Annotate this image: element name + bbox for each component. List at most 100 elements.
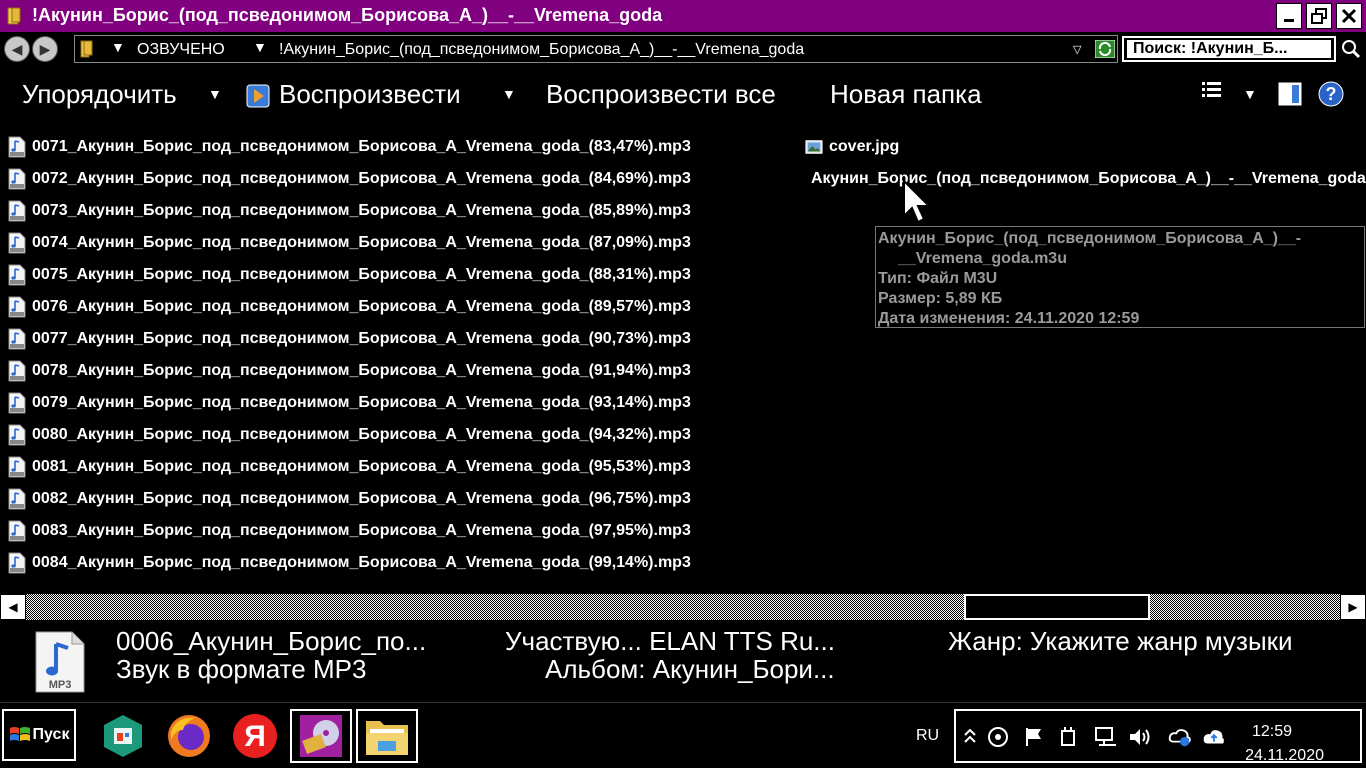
clock-time[interactable]: 12:59 (1252, 723, 1292, 741)
file-name: 0084_Акунин_Борис_под_псведонимом_Борисо… (32, 554, 691, 571)
file-name: 0078_Акунин_Борис_под_псведонимом_Борисо… (32, 362, 691, 379)
cloud-upload-icon (1203, 730, 1224, 744)
taskbar-explorer[interactable] (356, 709, 418, 763)
mp3-icon-label: MP3 (49, 679, 72, 691)
file-list-item[interactable]: 0080_Акунин_Борис_под_псведонимом_Борисо… (8, 422, 691, 448)
file-list-item[interactable]: 0083_Акунин_Борис_под_псведонимом_Борисо… (8, 518, 691, 544)
mp3-file-icon (8, 168, 26, 190)
tray-cloud-icon[interactable] (1202, 725, 1226, 749)
refresh-icon[interactable] (1095, 40, 1115, 58)
forward-button[interactable]: ▶ (32, 36, 58, 62)
address-bar[interactable]: ▼ ОЗВУЧЕНО ▼ !Акунин_Борис_(под_псведони… (74, 35, 1118, 63)
play-button[interactable]: Воспроизвести (279, 79, 461, 110)
organize-dropdown-icon[interactable]: ▼ (208, 86, 222, 102)
file-name: 0080_Акунин_Борис_под_псведонимом_Борисо… (32, 426, 691, 443)
svg-text:Я: Я (244, 720, 266, 753)
network-icon (1095, 727, 1116, 746)
taskbar-app-store[interactable] (92, 709, 154, 763)
play-dropdown-icon[interactable]: ▼ (502, 86, 516, 102)
language-indicator[interactable]: RU (916, 727, 939, 745)
yandex-icon: Я (233, 714, 277, 758)
breadcrumb-current-folder[interactable]: !Акунин_Борис_(под_псведонимом_Борисова_… (279, 41, 804, 59)
back-button[interactable]: ◀ (4, 36, 30, 62)
mp3-file-icon (8, 392, 26, 414)
minimize-button[interactable] (1276, 3, 1302, 29)
clock-date[interactable]: 24.11.2020 (1245, 747, 1324, 765)
file-tooltip: Акунин_Борис_(под_псведонимом_Борисова_А… (875, 226, 1365, 328)
address-history-icon[interactable]: ▽ (1073, 43, 1081, 56)
close-button[interactable] (1336, 3, 1362, 29)
file-list-item[interactable]: 0082_Акунин_Борис_под_псведонимом_Борисо… (8, 486, 691, 512)
command-toolbar: Упорядочить ▼ Воспроизвести ▼ Воспроизве… (0, 66, 1366, 126)
file-list-item[interactable]: 0078_Акунин_Борис_под_псведонимом_Борисо… (8, 358, 691, 384)
file-name: 0077_Акунин_Борис_под_псведонимом_Борисо… (32, 330, 691, 347)
app-store-icon (104, 715, 142, 757)
file-list-item[interactable]: 0079_Акунин_Борис_под_псведонимом_Борисо… (8, 390, 691, 416)
new-folder-button[interactable]: Новая папка (830, 79, 982, 110)
scroll-right-button[interactable]: ▶ (1340, 594, 1366, 620)
scroll-left-button[interactable]: ◀ (0, 594, 26, 620)
mp3-file-icon (8, 456, 26, 478)
file-list-item[interactable]: 0084_Акунин_Борис_под_псведонимом_Борисо… (8, 550, 691, 576)
details-filetype: Звук в формате MP3 (116, 654, 367, 684)
tray-flag-icon[interactable] (1022, 725, 1046, 749)
arrow-left-icon: ◀ (8, 600, 18, 614)
file-list-item[interactable]: 0071_Акунин_Борис_под_псведонимом_Борисо… (8, 134, 691, 160)
file-name: 0071_Акунин_Борис_под_псведонимом_Борисо… (32, 138, 691, 155)
tray-record-icon[interactable] (986, 725, 1010, 749)
search-box[interactable]: Поиск: !Акунин_Б... (1122, 36, 1336, 62)
chevron-up-icon (964, 728, 976, 743)
preview-pane-icon[interactable] (1278, 82, 1302, 106)
scrollbar-thumb[interactable] (964, 594, 1150, 620)
details-artists[interactable]: Участвую... ELAN TTS Ru... (505, 626, 835, 657)
file-name: 0082_Акунин_Борис_под_псведонимом_Борисо… (32, 490, 691, 507)
file-list-item[interactable]: 0075_Акунин_Борис_под_псведонимом_Борисо… (8, 262, 691, 288)
record-icon (988, 727, 1008, 747)
play-icon (246, 84, 270, 108)
breadcrumb-dropdown-icon[interactable]: ▼ (111, 39, 125, 55)
cloud-sync-icon (1168, 729, 1191, 747)
view-options-icon[interactable] (1200, 80, 1224, 102)
show-hidden-icons-button[interactable] (958, 725, 982, 749)
file-list-item[interactable]: Акунин_Борис_(под_псведонимом_Борисова_А… (805, 166, 1366, 192)
file-name: cover.jpg (829, 138, 900, 155)
details-genre[interactable]: Жанр: Укажите жанр музыки (948, 626, 1293, 657)
forward-arrow-icon: ▶ (39, 40, 51, 57)
file-list-item[interactable]: 0072_Акунин_Борис_под_псведонимом_Борисо… (8, 166, 691, 192)
window-titlebar[interactable]: !Акунин_Борис_(под_псведонимом_Борисова_… (0, 0, 1366, 32)
taskbar-yandex[interactable]: Я (224, 709, 286, 763)
start-button[interactable]: Пуск (2, 709, 76, 761)
image-file-icon (805, 140, 823, 154)
arrow-right-icon: ▶ (1348, 600, 1358, 614)
details-album[interactable]: Альбом: Акунин_Бори... (545, 654, 835, 685)
file-list-item[interactable]: 0076_Акунин_Борис_под_псведонимом_Борисо… (8, 294, 691, 320)
help-icon[interactable]: ? (1318, 81, 1344, 107)
taskbar-media-app[interactable] (290, 709, 352, 763)
tray-weather-icon[interactable] (1168, 725, 1192, 749)
search-button[interactable] (1340, 36, 1362, 62)
horizontal-scrollbar[interactable]: ◀ ▶ (0, 594, 1366, 620)
breadcrumb-ozvucheno[interactable]: ОЗВУЧЕНО (137, 41, 225, 59)
breadcrumb-chevron-icon[interactable]: ▼ (253, 39, 267, 55)
back-arrow-icon: ◀ (11, 40, 23, 57)
action-center-flag-icon (1026, 728, 1041, 746)
file-list-item[interactable]: 0081_Акунин_Борис_под_псведонимом_Борисо… (8, 454, 691, 480)
mp3-file-icon (8, 424, 26, 446)
file-list-item[interactable]: 0073_Акунин_Борис_под_псведонимом_Борисо… (8, 198, 691, 224)
play-all-button[interactable]: Воспроизвести все (546, 79, 776, 110)
mp3-file-icon (8, 328, 26, 350)
view-dropdown-icon[interactable]: ▼ (1243, 86, 1257, 102)
file-list-item[interactable]: 0074_Акунин_Борис_под_псведонимом_Борисо… (8, 230, 691, 256)
organize-button[interactable]: Упорядочить (22, 79, 177, 110)
tray-network-icon[interactable] (1094, 725, 1118, 749)
file-list-item[interactable]: cover.jpg (805, 134, 1366, 160)
tray-power-icon[interactable] (1056, 725, 1080, 749)
file-name: 0075_Акунин_Борис_под_псведонимом_Борисо… (32, 266, 691, 283)
firefox-icon (168, 715, 210, 757)
file-list-item[interactable]: 0077_Акунин_Борис_под_псведонимом_Борисо… (8, 326, 691, 352)
search-input[interactable]: Поиск: !Акунин_Б... (1127, 40, 1331, 58)
maximize-button[interactable] (1306, 3, 1332, 29)
tray-volume-icon[interactable] (1128, 725, 1152, 749)
taskbar-firefox[interactable] (158, 709, 220, 763)
file-name: 0073_Акунин_Борис_под_псведонимом_Борисо… (32, 202, 691, 219)
